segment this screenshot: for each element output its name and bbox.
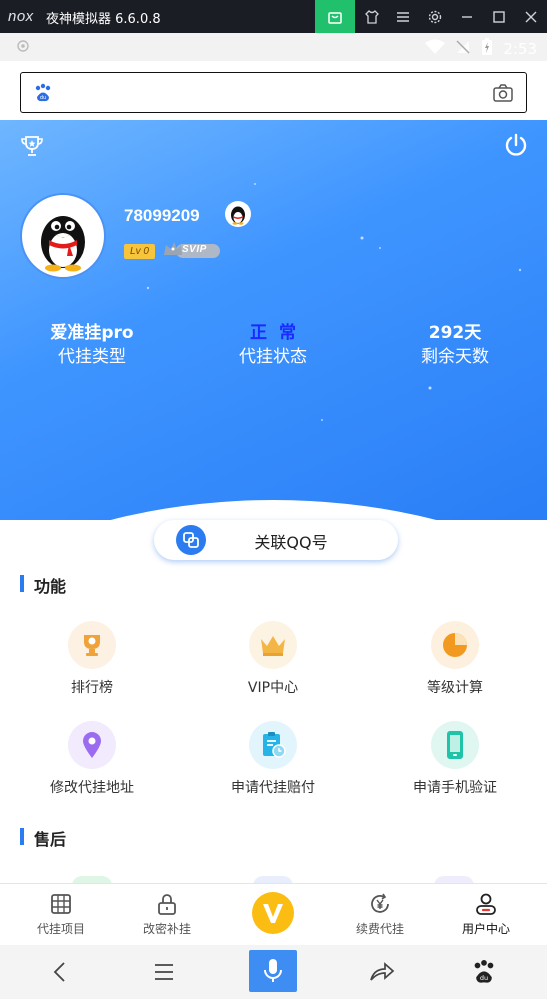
stat-days: 292天 剩余天数 [375,322,535,370]
pie-chart-icon [431,621,479,669]
avatar[interactable] [22,195,104,277]
link-qq-button[interactable]: 关联QQ号 [154,520,398,560]
camera-icon[interactable] [492,82,514,104]
feature-level-calc-label: 等级计算 [427,680,483,696]
section-functions-title: 功能 [20,573,66,597]
qq-logo-icon [225,201,251,227]
nav-item-user-center[interactable]: 用户中心 [436,884,536,946]
feature-level-calc[interactable]: 等级计算 [385,621,525,697]
stat-status-label: 代挂状态 [239,347,307,367]
user-icon [476,893,496,915]
clipboard-clock-icon [249,721,297,769]
system-navigation-bar: du [0,945,547,999]
emulator-title-bar: nox 夜神模拟器 6.6.0.8 [0,0,547,33]
feature-vip-center[interactable]: VIP中心 [203,621,343,697]
search-input[interactable] [59,79,479,107]
stat-type-value: 爱准挂pro [50,323,134,343]
feature-ranking-label: 排行榜 [71,680,113,696]
svg-text:du: du [480,974,488,982]
feature-apply-compensation[interactable]: 申请代挂赔付 [203,721,343,797]
minimize-icon[interactable] [451,0,483,33]
feature-ranking[interactable]: 排行榜 [22,621,162,697]
crown-icon [249,621,297,669]
maximize-icon[interactable] [483,0,515,33]
gear-icon[interactable] [419,0,451,33]
stat-status-value: 正常 [250,323,308,343]
vip-v-icon[interactable] [252,892,294,934]
link-qq-label: 关联QQ号 [254,533,328,552]
feature-apply-compensation-label: 申请代挂赔付 [231,780,315,796]
android-status-bar: 2:53 [0,33,547,61]
svg-text:du: du [40,95,46,101]
nav-projects-label: 代挂项目 [36,922,85,936]
feature-vip-center-label: VIP中心 [247,680,299,696]
qq-penguin-icon [41,216,85,272]
menu-icon[interactable] [387,0,419,33]
browser-search-area: du [0,61,547,120]
search-box[interactable]: du [20,72,527,113]
sparkle-decoration [146,183,522,421]
back-icon[interactable] [36,951,84,993]
shop-bag-icon[interactable] [315,0,355,33]
profile-hero: 78099209 Lv 0 SVIP 爱准挂pro 代挂类型 正常 代挂状态 2… [0,120,547,520]
lock-icon [158,894,176,915]
baidu-paw-icon[interactable]: du [460,951,508,993]
bottom-navigation: 代挂项目 改密补挂 续费代挂 用户中心 [0,883,547,945]
feature-modify-address[interactable]: 修改代挂地址 [22,721,162,797]
feature-modify-address-label: 修改代挂地址 [50,780,134,796]
no-signal-icon [455,39,471,59]
nav-item-password-change[interactable]: 改密补挂 [117,884,217,946]
wifi-icon [425,39,446,59]
level-badge: Lv 0 [124,244,155,259]
clock-time: 2:53 [503,40,537,58]
stat-days-label: 剩余天数 [421,347,489,367]
feature-phone-verify[interactable]: 申请手机验证 [385,721,525,797]
svip-label: SVIP [182,244,207,255]
nav-password-label: 改密补挂 [142,922,191,936]
nav-item-projects[interactable]: 代挂项目 [11,884,111,946]
stat-days-value: 292天 [428,323,482,343]
stat-status: 正常 代挂状态 [193,322,353,370]
qq-number: 78099209 [124,206,200,225]
feature-phone-verify-label: 申请手机验证 [413,780,497,796]
phone-icon [431,721,479,769]
baidu-paw-icon: du [35,83,51,102]
nav-item-renew[interactable]: 续费代挂 [330,884,430,946]
ranking-icon [68,621,116,669]
nox-logo: nox [8,8,34,25]
stat-type-label: 代挂类型 [58,347,126,367]
location-pin-icon [68,721,116,769]
microphone-button[interactable] [249,950,297,992]
battery-icon [481,38,493,60]
nav-user-center-label: 用户中心 [461,922,510,936]
stat-type: 爱准挂pro 代挂类型 [12,322,172,370]
close-icon[interactable] [515,0,547,33]
microphone-icon [264,959,282,982]
grid-icon [51,894,71,914]
nav-renew-label: 续费代挂 [355,922,404,936]
yen-refresh-icon [371,893,389,913]
hamburger-menu-icon[interactable] [140,951,188,993]
section-after-sales-title: 售后 [20,826,66,850]
shirt-icon[interactable] [356,0,388,33]
notification-icon [16,39,30,57]
emulator-title: 夜神模拟器 6.6.0.8 [46,12,161,27]
share-forward-icon[interactable] [358,951,406,993]
